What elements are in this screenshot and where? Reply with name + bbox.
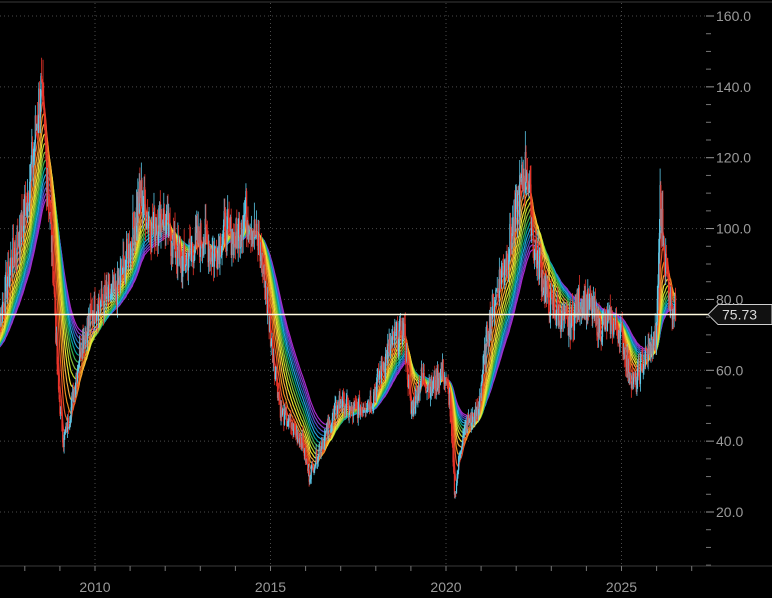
candle-body <box>400 317 402 339</box>
x-tick-label: 2020 <box>430 579 461 595</box>
candle-body <box>517 194 519 225</box>
candle-body <box>47 187 49 197</box>
candle-body <box>674 296 677 321</box>
y-tick-label: 140.0 <box>716 79 751 95</box>
chart-svg: 75.73 2010 2015 2020 2025 160.0 140.0 120.0 100… <box>0 0 772 598</box>
y-tick-label: 60.0 <box>716 362 743 378</box>
x-tick-label: 2025 <box>606 579 637 595</box>
x-tick-label: 2010 <box>79 579 110 595</box>
candle-body <box>408 379 411 389</box>
candle-body <box>596 308 598 336</box>
candle-body <box>425 385 427 391</box>
candle-body <box>43 96 45 110</box>
x-tick-label: 2015 <box>255 579 286 595</box>
y-tick-label: 160.0 <box>716 8 751 24</box>
y-tick-label: 80.0 <box>716 291 743 307</box>
y-tick-label: 20.0 <box>716 504 743 520</box>
candle-body <box>481 373 484 381</box>
candle-body <box>115 281 117 295</box>
candle-body <box>254 219 256 238</box>
chart-root: 75.73 2010 2015 2020 2025 160.0 140.0 120.0 100… <box>0 0 772 598</box>
candle-body <box>480 384 482 398</box>
candle-body <box>404 323 406 357</box>
y-tick-label: 120.0 <box>716 150 751 166</box>
candle-body <box>638 364 640 375</box>
candle-body <box>334 402 336 409</box>
candle-body <box>652 345 654 354</box>
candle-body <box>243 213 246 217</box>
candle-body <box>222 225 225 238</box>
candle-body <box>69 422 72 425</box>
candle-body <box>317 456 319 462</box>
candle-body <box>538 261 540 280</box>
candle-body <box>320 449 322 453</box>
y-tick-label: 100.0 <box>716 221 751 237</box>
candle-body <box>314 466 316 471</box>
y-tick-label: 40.0 <box>716 433 743 449</box>
candle-body <box>415 389 417 407</box>
candle-body <box>639 360 642 384</box>
candle-body <box>495 289 497 305</box>
candle-body <box>273 358 275 367</box>
candle-body <box>256 223 258 236</box>
candle-body <box>398 330 400 348</box>
candle-body <box>281 410 284 416</box>
current-price-label: 75.73 <box>722 307 757 323</box>
candle-body <box>453 462 455 473</box>
candle-body <box>630 378 632 382</box>
candle-body <box>67 417 69 428</box>
candle-body <box>310 467 312 480</box>
candle-body <box>650 338 652 359</box>
candle-body <box>185 255 187 266</box>
candle-body <box>188 240 190 259</box>
candle-body <box>231 243 233 256</box>
candle-body <box>149 221 151 232</box>
candle-body <box>532 228 534 249</box>
candle-body <box>451 416 453 436</box>
candle-body <box>336 413 338 415</box>
candle-body <box>670 287 672 309</box>
